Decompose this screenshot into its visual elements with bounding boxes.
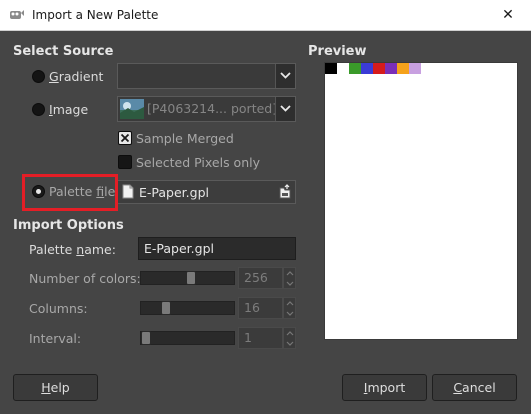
- palette-name-label: Palette name:: [29, 242, 116, 257]
- image-combo-value: [P4063214... ported]-4: [147, 101, 275, 116]
- number-of-colors-spin[interactable]: 256: [238, 267, 283, 289]
- import-options-heading: Import Options: [13, 218, 124, 233]
- palette-file-highlight-box: [22, 174, 118, 211]
- palette-name-input[interactable]: E-Paper.gpl: [138, 237, 296, 260]
- preview-panel: [324, 62, 518, 340]
- gradient-label[interactable]: Gradient: [49, 69, 103, 84]
- cancel-rest: ancel: [462, 380, 496, 395]
- gradient-label-rest: radient: [58, 69, 104, 84]
- number-of-colors-slider[interactable]: [140, 271, 235, 285]
- interval-slider[interactable]: [140, 331, 235, 345]
- help-rest: elp: [50, 380, 70, 395]
- columns-slider-handle[interactable]: [161, 301, 171, 315]
- spin-down-icon[interactable]: [286, 281, 294, 286]
- window-title: Import a New Palette: [32, 8, 159, 22]
- preview-heading: Preview: [308, 44, 367, 59]
- interval-label: Interval:: [29, 331, 82, 346]
- cancel-mnemonic: C: [453, 380, 463, 395]
- spin-up-icon[interactable]: [286, 271, 294, 276]
- chevron-down-icon: [280, 105, 291, 112]
- spin-down-icon[interactable]: [286, 341, 294, 346]
- image-thumbnail: [120, 99, 144, 119]
- image-label[interactable]: Image: [49, 102, 88, 117]
- spin-up-icon[interactable]: [286, 331, 294, 336]
- palette-file-chooser[interactable]: E-Paper.gpl: [117, 180, 296, 204]
- swatch: [409, 63, 421, 74]
- open-file-icon[interactable]: [278, 184, 292, 202]
- chevron-down-icon: [280, 72, 291, 79]
- number-of-colors-slider-handle[interactable]: [186, 271, 196, 285]
- swatch: [373, 63, 385, 74]
- gimp-app-icon: [9, 8, 25, 22]
- gradient-dropdown-button[interactable]: [275, 64, 295, 88]
- spin-down-icon[interactable]: [286, 311, 294, 316]
- palette-name-label-rest: ame:: [84, 242, 116, 257]
- gradient-mnemonic: G: [49, 69, 59, 84]
- selected-pixels-checkbox[interactable]: [118, 155, 132, 169]
- swatch: [385, 63, 397, 74]
- import-rest: mport: [367, 380, 406, 395]
- help-mnemonic: H: [41, 380, 51, 395]
- columns-label: Columns:: [29, 301, 88, 316]
- select-source-heading: Select Source: [13, 44, 114, 59]
- swatch: [397, 63, 409, 74]
- swatch: [349, 63, 361, 74]
- palette-file-value: E-Paper.gpl: [139, 185, 209, 200]
- interval-spin[interactable]: 1: [238, 327, 283, 349]
- file-icon: [122, 184, 134, 202]
- swatch: [337, 63, 349, 74]
- gradient-radio[interactable]: [32, 70, 45, 83]
- image-label-rest: mage: [52, 102, 89, 117]
- selected-pixels-label[interactable]: Selected Pixels only: [136, 155, 260, 170]
- number-of-colors-label: Number of colors:: [29, 271, 141, 286]
- interval-spin-buttons[interactable]: [283, 327, 296, 349]
- swatch: [361, 63, 373, 74]
- sample-merged-checkbox[interactable]: [118, 131, 132, 145]
- cancel-button[interactable]: Cancel: [432, 374, 517, 401]
- sample-merged-label[interactable]: Sample Merged: [136, 131, 234, 146]
- columns-slider[interactable]: [140, 301, 235, 315]
- close-button[interactable]: ✕: [485, 0, 531, 30]
- help-button[interactable]: Help: [13, 374, 98, 401]
- image-radio[interactable]: [32, 103, 45, 116]
- import-button[interactable]: Import: [342, 374, 427, 401]
- interval-slider-handle[interactable]: [141, 331, 151, 345]
- swatch: [325, 63, 337, 74]
- title-bar: Import a New Palette ✕: [0, 0, 531, 31]
- palette-name-label-prefix: Palette: [29, 242, 77, 257]
- columns-spin-buttons[interactable]: [283, 297, 296, 319]
- image-dropdown-button[interactable]: [275, 97, 295, 121]
- columns-spin[interactable]: 16: [238, 297, 283, 319]
- image-combo[interactable]: [P4063214... ported]-4: [117, 96, 296, 122]
- gradient-combo[interactable]: [117, 63, 296, 89]
- spin-up-icon[interactable]: [286, 301, 294, 306]
- checkmark-icon: [120, 133, 130, 143]
- number-of-colors-spin-buttons[interactable]: [283, 267, 296, 289]
- palette-name-mnemonic: n: [76, 242, 85, 257]
